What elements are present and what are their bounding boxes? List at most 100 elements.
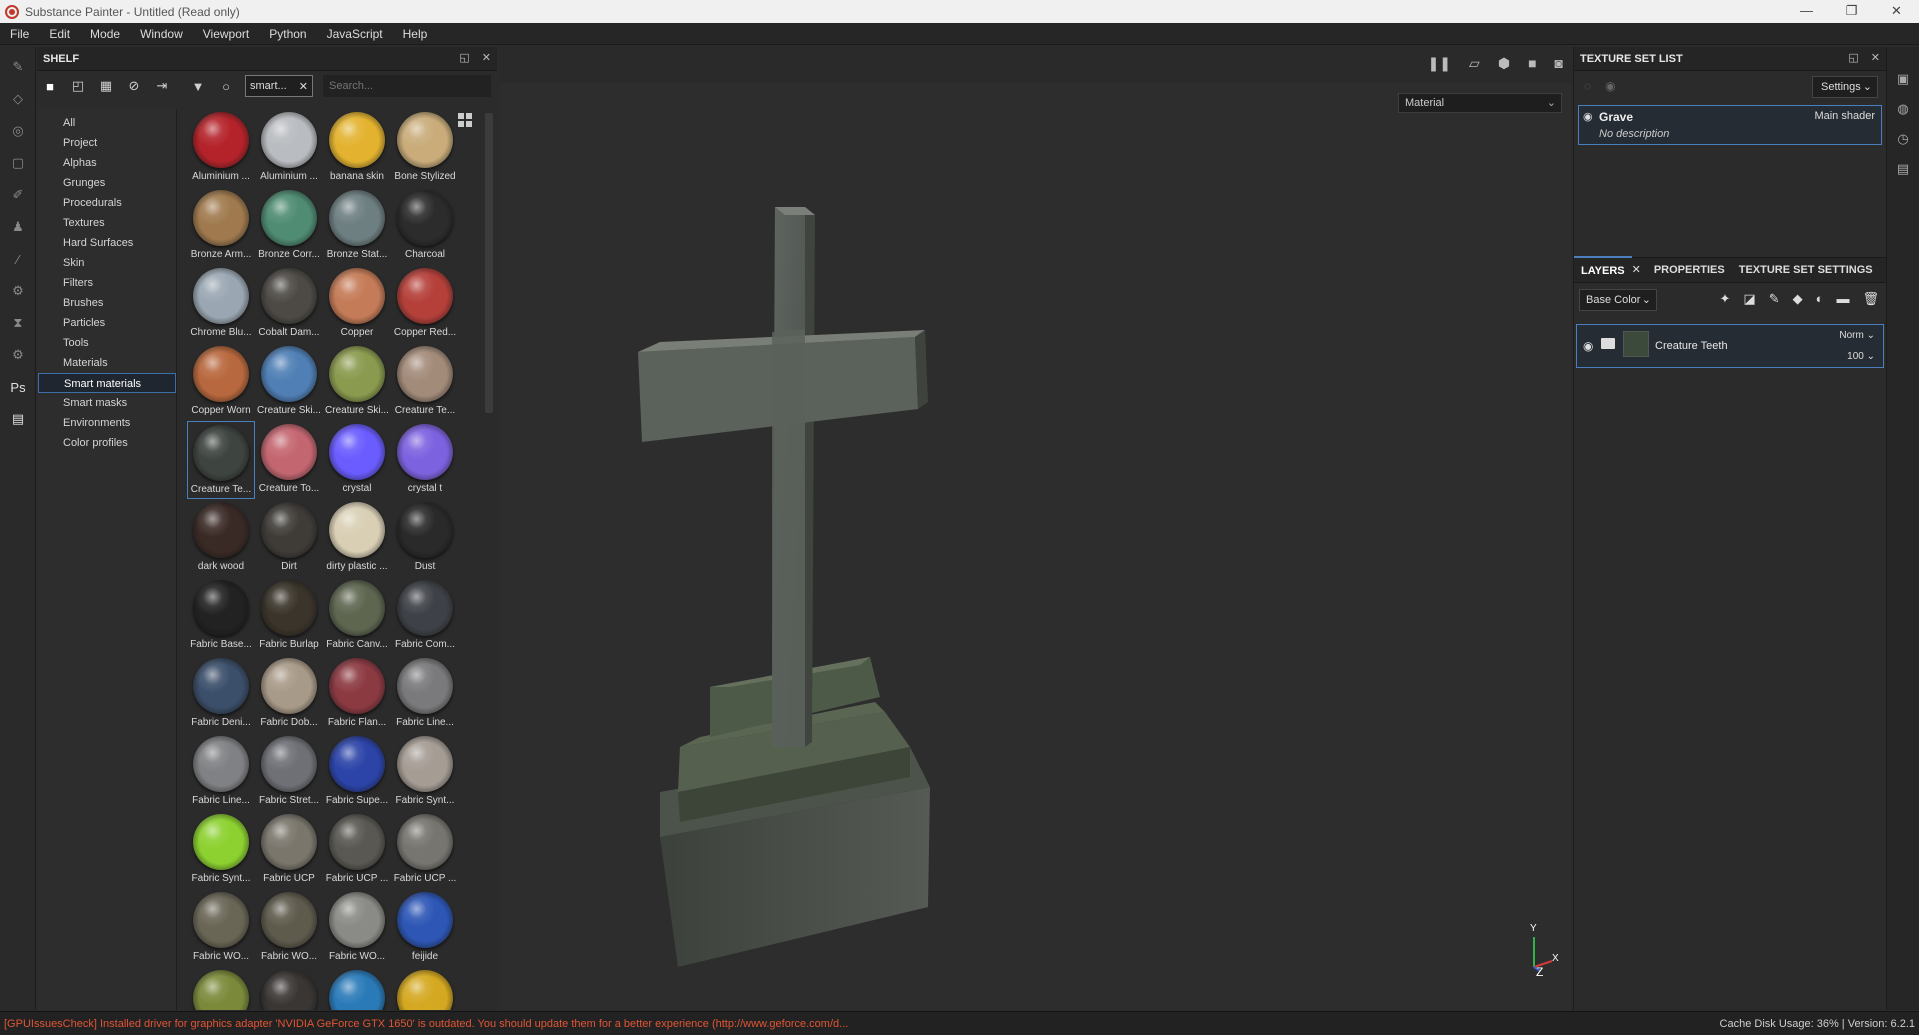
material-tile[interactable]: Fabric Com... — [391, 577, 459, 655]
visibility-eye-icon[interactable]: ◉ — [1583, 110, 1593, 123]
new-item-icon[interactable]: ◰ — [69, 77, 87, 95]
material-tile[interactable]: Creature To... — [255, 421, 323, 499]
material-tile[interactable]: Bone Stylized — [391, 109, 459, 187]
menu-viewport[interactable]: Viewport — [193, 23, 259, 45]
geometry-mask-icon[interactable]: ▢ — [8, 153, 28, 173]
material-tile[interactable]: Dirt — [255, 499, 323, 577]
category-item[interactable]: Smart materials — [38, 373, 176, 393]
material-tile[interactable] — [391, 967, 459, 1010]
tab-properties[interactable]: PROPERTIES — [1647, 257, 1732, 283]
channel-select[interactable]: Base Color ⌄ — [1579, 289, 1657, 311]
show-all-icon[interactable]: ◉ — [1605, 79, 1615, 93]
category-item[interactable]: Environments — [38, 413, 176, 433]
active-filter-tag[interactable]: smart... ✕ — [245, 75, 313, 97]
material-tile[interactable]: Fabric Line... — [391, 655, 459, 733]
filter-icon[interactable]: ▼ — [189, 77, 207, 95]
add-smart-material-icon[interactable]: ◐ — [1816, 291, 1824, 307]
menu-file[interactable]: File — [0, 23, 39, 45]
menu-mode[interactable]: Mode — [80, 23, 130, 45]
remove-filter-icon[interactable]: ✕ — [299, 80, 308, 93]
material-tile[interactable]: Fabric Flan... — [323, 655, 391, 733]
close-window-button[interactable]: ✕ — [1874, 0, 1919, 23]
material-tile[interactable]: Dust — [391, 499, 459, 577]
material-tile[interactable]: Fabric Dob... — [255, 655, 323, 733]
menu-python[interactable]: Python — [259, 23, 316, 45]
material-tile[interactable]: feijide — [391, 889, 459, 967]
close-panel-icon[interactable]: ✕ — [482, 51, 491, 64]
grid-view-icon[interactable] — [458, 113, 472, 127]
float-panel-icon[interactable]: ◱ — [459, 51, 469, 64]
category-item[interactable]: Alphas — [38, 153, 176, 173]
add-effect-icon[interactable]: ✦ — [1720, 291, 1731, 307]
color-picker-icon[interactable]: ⁄ — [8, 249, 28, 269]
material-tile[interactable] — [323, 967, 391, 1010]
material-tile[interactable]: Fabric Supe... — [323, 733, 391, 811]
material-tile[interactable] — [187, 967, 255, 1010]
shelf-search-input[interactable] — [323, 75, 491, 97]
material-tile[interactable]: Copper Red... — [391, 265, 459, 343]
category-item[interactable]: Particles — [38, 313, 176, 333]
category-item[interactable]: Color profiles — [38, 433, 176, 453]
minimize-button[interactable]: — — [1784, 0, 1829, 23]
material-tile[interactable] — [255, 967, 323, 1010]
category-item[interactable]: Project — [38, 133, 176, 153]
menu-edit[interactable]: Edit — [39, 23, 80, 45]
menu-window[interactable]: Window — [130, 23, 193, 45]
3d-viewport[interactable]: ❚❚ ▱ ⬢ ■ ◙ Material ⌄ Y X Z — [500, 47, 1571, 1010]
add-mask-icon[interactable]: ◪ — [1743, 291, 1755, 307]
category-item[interactable]: Procedurals — [38, 193, 176, 213]
material-tile[interactable]: Copper Worn — [187, 343, 255, 421]
material-tile[interactable]: Copper — [323, 265, 391, 343]
paint-brush-icon[interactable]: ✎ — [8, 57, 28, 77]
category-item[interactable]: All — [38, 113, 176, 133]
display-settings-icon[interactable]: ▣ — [1894, 71, 1912, 89]
material-tile[interactable]: Fabric Line... — [187, 733, 255, 811]
add-folder-icon[interactable]: ▬ — [1836, 291, 1849, 307]
material-tile[interactable]: Charcoal — [391, 187, 459, 265]
texture-set-item[interactable]: ◉ Grave Main shader No description — [1578, 105, 1882, 145]
settings-icon[interactable]: ⚙ — [8, 345, 28, 365]
eraser-icon[interactable]: ◇ — [8, 89, 28, 109]
material-tile[interactable]: Fabric UCP — [255, 811, 323, 889]
material-tile[interactable]: dark wood — [187, 499, 255, 577]
material-tile[interactable]: Fabric Canv... — [323, 577, 391, 655]
projection-icon[interactable]: ◎ — [8, 121, 28, 141]
category-item[interactable]: Filters — [38, 273, 176, 293]
material-tile[interactable]: Fabric UCP ... — [391, 811, 459, 889]
menu-javascript[interactable]: JavaScript — [317, 23, 393, 45]
material-tile[interactable]: Fabric WO... — [187, 889, 255, 967]
smudge-icon[interactable]: ✐ — [8, 185, 28, 205]
layer-row[interactable]: ◉ Creature Teeth Norm ⌄ 100 ⌄ — [1576, 324, 1884, 368]
material-tile[interactable]: Creature Te... — [391, 343, 459, 421]
photoshop-export-icon[interactable]: Ps — [8, 377, 28, 397]
material-tile[interactable]: Fabric WO... — [255, 889, 323, 967]
category-item[interactable]: Skin — [38, 253, 176, 273]
material-tile[interactable]: Aluminium ... — [255, 109, 323, 187]
material-tile[interactable]: Bronze Corr... — [255, 187, 323, 265]
document-icon[interactable]: ▤ — [8, 409, 28, 429]
material-tile[interactable]: banana skin — [323, 109, 391, 187]
material-tile[interactable]: Creature Te... — [187, 421, 255, 499]
category-item[interactable]: Brushes — [38, 293, 176, 313]
close-layers-tab-icon[interactable]: ✕ — [1632, 257, 1647, 283]
material-tile[interactable]: Aluminium ... — [187, 109, 255, 187]
material-tile[interactable]: Fabric Burlap — [255, 577, 323, 655]
category-item[interactable]: Hard Surfaces — [38, 233, 176, 253]
material-tile[interactable]: Fabric WO... — [323, 889, 391, 967]
clone-stamp-icon[interactable]: ♟ — [8, 217, 28, 237]
category-item[interactable]: Tools — [38, 333, 176, 353]
material-tile[interactable]: Fabric Synt... — [391, 733, 459, 811]
material-tile[interactable]: Fabric Base... — [187, 577, 255, 655]
folder-icon[interactable]: ■ — [41, 77, 59, 95]
hourglass-icon[interactable]: ⧗ — [8, 313, 28, 333]
material-tile[interactable]: crystal — [323, 421, 391, 499]
texture-set-shader[interactable]: Main shader — [1814, 110, 1875, 122]
hide-all-icon[interactable]: ◌ — [1584, 79, 1591, 93]
material-tile[interactable]: Creature Ski... — [255, 343, 323, 421]
menu-help[interactable]: Help — [393, 23, 438, 45]
layer-visibility-eye-icon[interactable]: ◉ — [1583, 339, 1593, 353]
import-icon[interactable]: ⇥ — [153, 77, 171, 95]
category-item[interactable]: Textures — [38, 213, 176, 233]
close-panel-icon[interactable]: ✕ — [1871, 51, 1880, 64]
material-tile[interactable]: Fabric Deni... — [187, 655, 255, 733]
